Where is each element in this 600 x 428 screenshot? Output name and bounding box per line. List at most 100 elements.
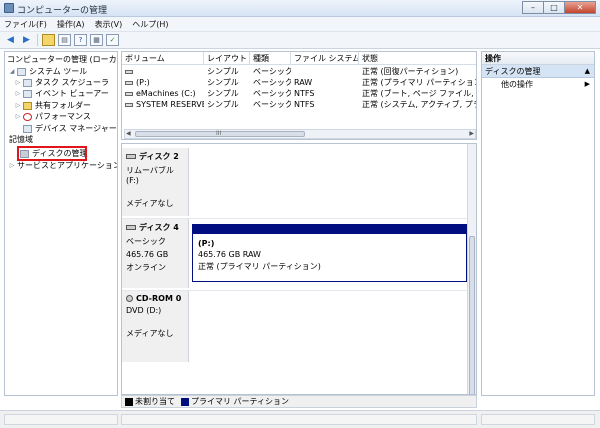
disk-status: メディアなし [126, 199, 174, 208]
disk-type: DVD (D:) [126, 306, 162, 315]
expand-arrow-icon[interactable]: ▷ [15, 79, 21, 86]
volume-icon [125, 81, 133, 85]
tree-item-label: 記憶域 [9, 135, 33, 144]
disk-row-disk4[interactable]: ディスク 4 ベーシック 465.76 GB オンライン (P:) 465.76… [122, 218, 469, 288]
menu-view[interactable]: 表示(V) [95, 19, 123, 30]
actions-section-label: ディスクの管理 [485, 67, 541, 76]
tree-item-device-manager[interactable]: デバイス マネージャー [23, 123, 117, 134]
column-header-volume[interactable]: ボリューム [122, 52, 204, 65]
tree-item-event-viewer[interactable]: ▷ イベント ビューアー [15, 88, 109, 99]
tree-item-performance[interactable]: ▷ パフォーマンス [15, 111, 91, 122]
scroll-thumb[interactable]: III [135, 130, 305, 137]
partition-type-band [193, 225, 466, 234]
partition-label: (P:) [198, 239, 215, 248]
scroll-thumb[interactable] [469, 236, 475, 394]
volume-name-cell: SYSTEM RESERVED [122, 99, 204, 110]
filesystem-cell: NTFS [294, 89, 315, 98]
tree-root[interactable]: コンピューターの管理 (ローカル) [7, 54, 118, 65]
column-header-type[interactable]: 種類 [250, 52, 291, 65]
volume-icon [125, 70, 133, 74]
layout-cell: シンプル [207, 78, 239, 87]
properties-icon[interactable]: ✓ [106, 34, 119, 46]
back-arrow-icon[interactable]: ◀ [4, 34, 17, 46]
help-icon[interactable]: ? [74, 34, 87, 46]
view-icon[interactable]: ▤ [58, 34, 71, 46]
horizontal-scrollbar[interactable]: ◀ III ▶ [124, 129, 476, 139]
legend-label-unallocated: 未割り当て [135, 397, 175, 406]
toolbar-separator [37, 34, 38, 46]
partition-size: 465.76 GB RAW [198, 250, 261, 259]
navigation-tree: コンピューターの管理 (ローカル) ◢ システム ツール ▷ タスク スケジュー… [4, 51, 118, 396]
disk-row-cdrom0[interactable]: CD-ROM 0 DVD (D:) メディアなし [122, 290, 469, 362]
vertical-scrollbar[interactable] [467, 144, 476, 394]
tree-item-label: デバイス マネージャー [35, 124, 117, 133]
tree-item-system-tools[interactable]: ◢ システム ツール [9, 66, 88, 77]
actions-pane: 操作 ディスクの管理 ▲ 他の操作 ▶ [481, 51, 595, 396]
actions-header: 操作 [482, 52, 594, 65]
actions-section-disk-management[interactable]: ディスクの管理 ▲ [482, 65, 594, 78]
disk-name: ディスク 2 [126, 151, 184, 162]
partition-p[interactable]: (P:) 465.76 GB RAW 正常 (プライマリ パーティション) [192, 224, 467, 282]
disk-info-panel: ディスク 4 ベーシック 465.76 GB オンライン [122, 219, 189, 288]
status-cell: 正常 (回復パーティション) [362, 67, 459, 76]
console-icon[interactable]: ▦ [90, 34, 103, 46]
disk-icon [126, 154, 136, 159]
maximize-button[interactable]: □ [543, 1, 565, 14]
tree-item-label: 共有フォルダー [35, 101, 91, 110]
disk-info-panel: ディスク 2 リムーバブル (F:) メディアなし [122, 148, 189, 216]
folder-icon[interactable] [42, 34, 55, 46]
selection-highlight-box [17, 146, 87, 161]
tree-item-storage[interactable]: 記憶域 [9, 134, 33, 145]
tools-icon [17, 67, 26, 76]
disk-icon [126, 225, 136, 230]
unallocated-swatch [125, 397, 133, 406]
menu-action[interactable]: 操作(A) [57, 19, 85, 30]
scroll-left-icon[interactable]: ◀ [126, 130, 131, 137]
volume-name-cell: (P:) [122, 77, 204, 88]
filesystem-cell [291, 66, 359, 77]
volume-list-header: ボリューム レイアウト 種類 ファイル システム 状態 [122, 52, 476, 65]
clock-icon [23, 78, 32, 87]
action-other-operations[interactable]: 他の操作 ▶ [482, 78, 594, 91]
disk-capacity: 465.76 GB [126, 250, 169, 259]
tree-item-label: サービスとアプリケーション [17, 161, 118, 170]
menu-help[interactable]: ヘルプ(H) [132, 19, 168, 30]
minimize-button[interactable]: – [522, 1, 544, 14]
cdrom-icon [126, 295, 133, 302]
submenu-arrow-icon: ▶ [584, 80, 590, 88]
disk-status: メディアなし [126, 329, 174, 338]
forward-arrow-icon[interactable]: ▶ [20, 34, 33, 46]
window-title: コンピューターの管理 [17, 6, 108, 16]
partition-status: 正常 (プライマリ パーティション) [198, 262, 321, 271]
tree-root-label: コンピューターの管理 (ローカル) [7, 55, 118, 64]
expand-arrow-icon[interactable]: ▷ [9, 162, 15, 169]
expand-arrow-icon[interactable]: ▷ [15, 102, 21, 109]
tree-item-services-applications[interactable]: ▷ サービスとアプリケーション [9, 160, 118, 171]
event-viewer-icon [23, 89, 32, 98]
tree-item-task-scheduler[interactable]: ▷ タスク スケジューラ [15, 77, 109, 88]
disk-map: ディスク 2 リムーバブル (F:) メディアなし ディスク 4 ベーシック 4… [121, 143, 477, 395]
tree-item-shared-folders[interactable]: ▷ 共有フォルダー [15, 100, 91, 111]
close-button[interactable]: ✕ [564, 1, 596, 14]
collapse-up-icon[interactable]: ▲ [585, 65, 590, 78]
column-header-status[interactable]: 状態 [359, 52, 476, 65]
column-header-filesystem[interactable]: ファイル システム [291, 52, 359, 65]
expand-arrow-icon[interactable]: ▷ [15, 113, 21, 120]
primary-partition-swatch [181, 397, 189, 406]
volume-name-cell: eMachines (C:) [122, 88, 204, 99]
action-label: 他の操作 [501, 80, 533, 89]
disk-info-panel: CD-ROM 0 DVD (D:) メディアなし [122, 291, 189, 362]
menu-file[interactable]: ファイル(F) [4, 19, 47, 30]
status-cell: 正常 (システム, アクティブ, プライ [362, 100, 477, 109]
column-header-layout[interactable]: レイアウト [204, 52, 250, 65]
scroll-grip: III [216, 130, 222, 137]
expand-arrow-icon[interactable]: ▷ [15, 90, 21, 97]
disk-capacity [126, 318, 184, 325]
legend-label-primary: プライマリ パーティション [191, 397, 290, 406]
disk-row-disk2[interactable]: ディスク 2 リムーバブル (F:) メディアなし [122, 148, 469, 216]
collapse-arrow-icon[interactable]: ◢ [9, 68, 15, 75]
computer-management-icon [4, 3, 14, 13]
status-cell: 正常 (ブート, ページ ファイル, クラ [362, 89, 476, 98]
disk-name: ディスク 4 [126, 222, 184, 233]
scroll-right-icon[interactable]: ▶ [469, 130, 474, 137]
